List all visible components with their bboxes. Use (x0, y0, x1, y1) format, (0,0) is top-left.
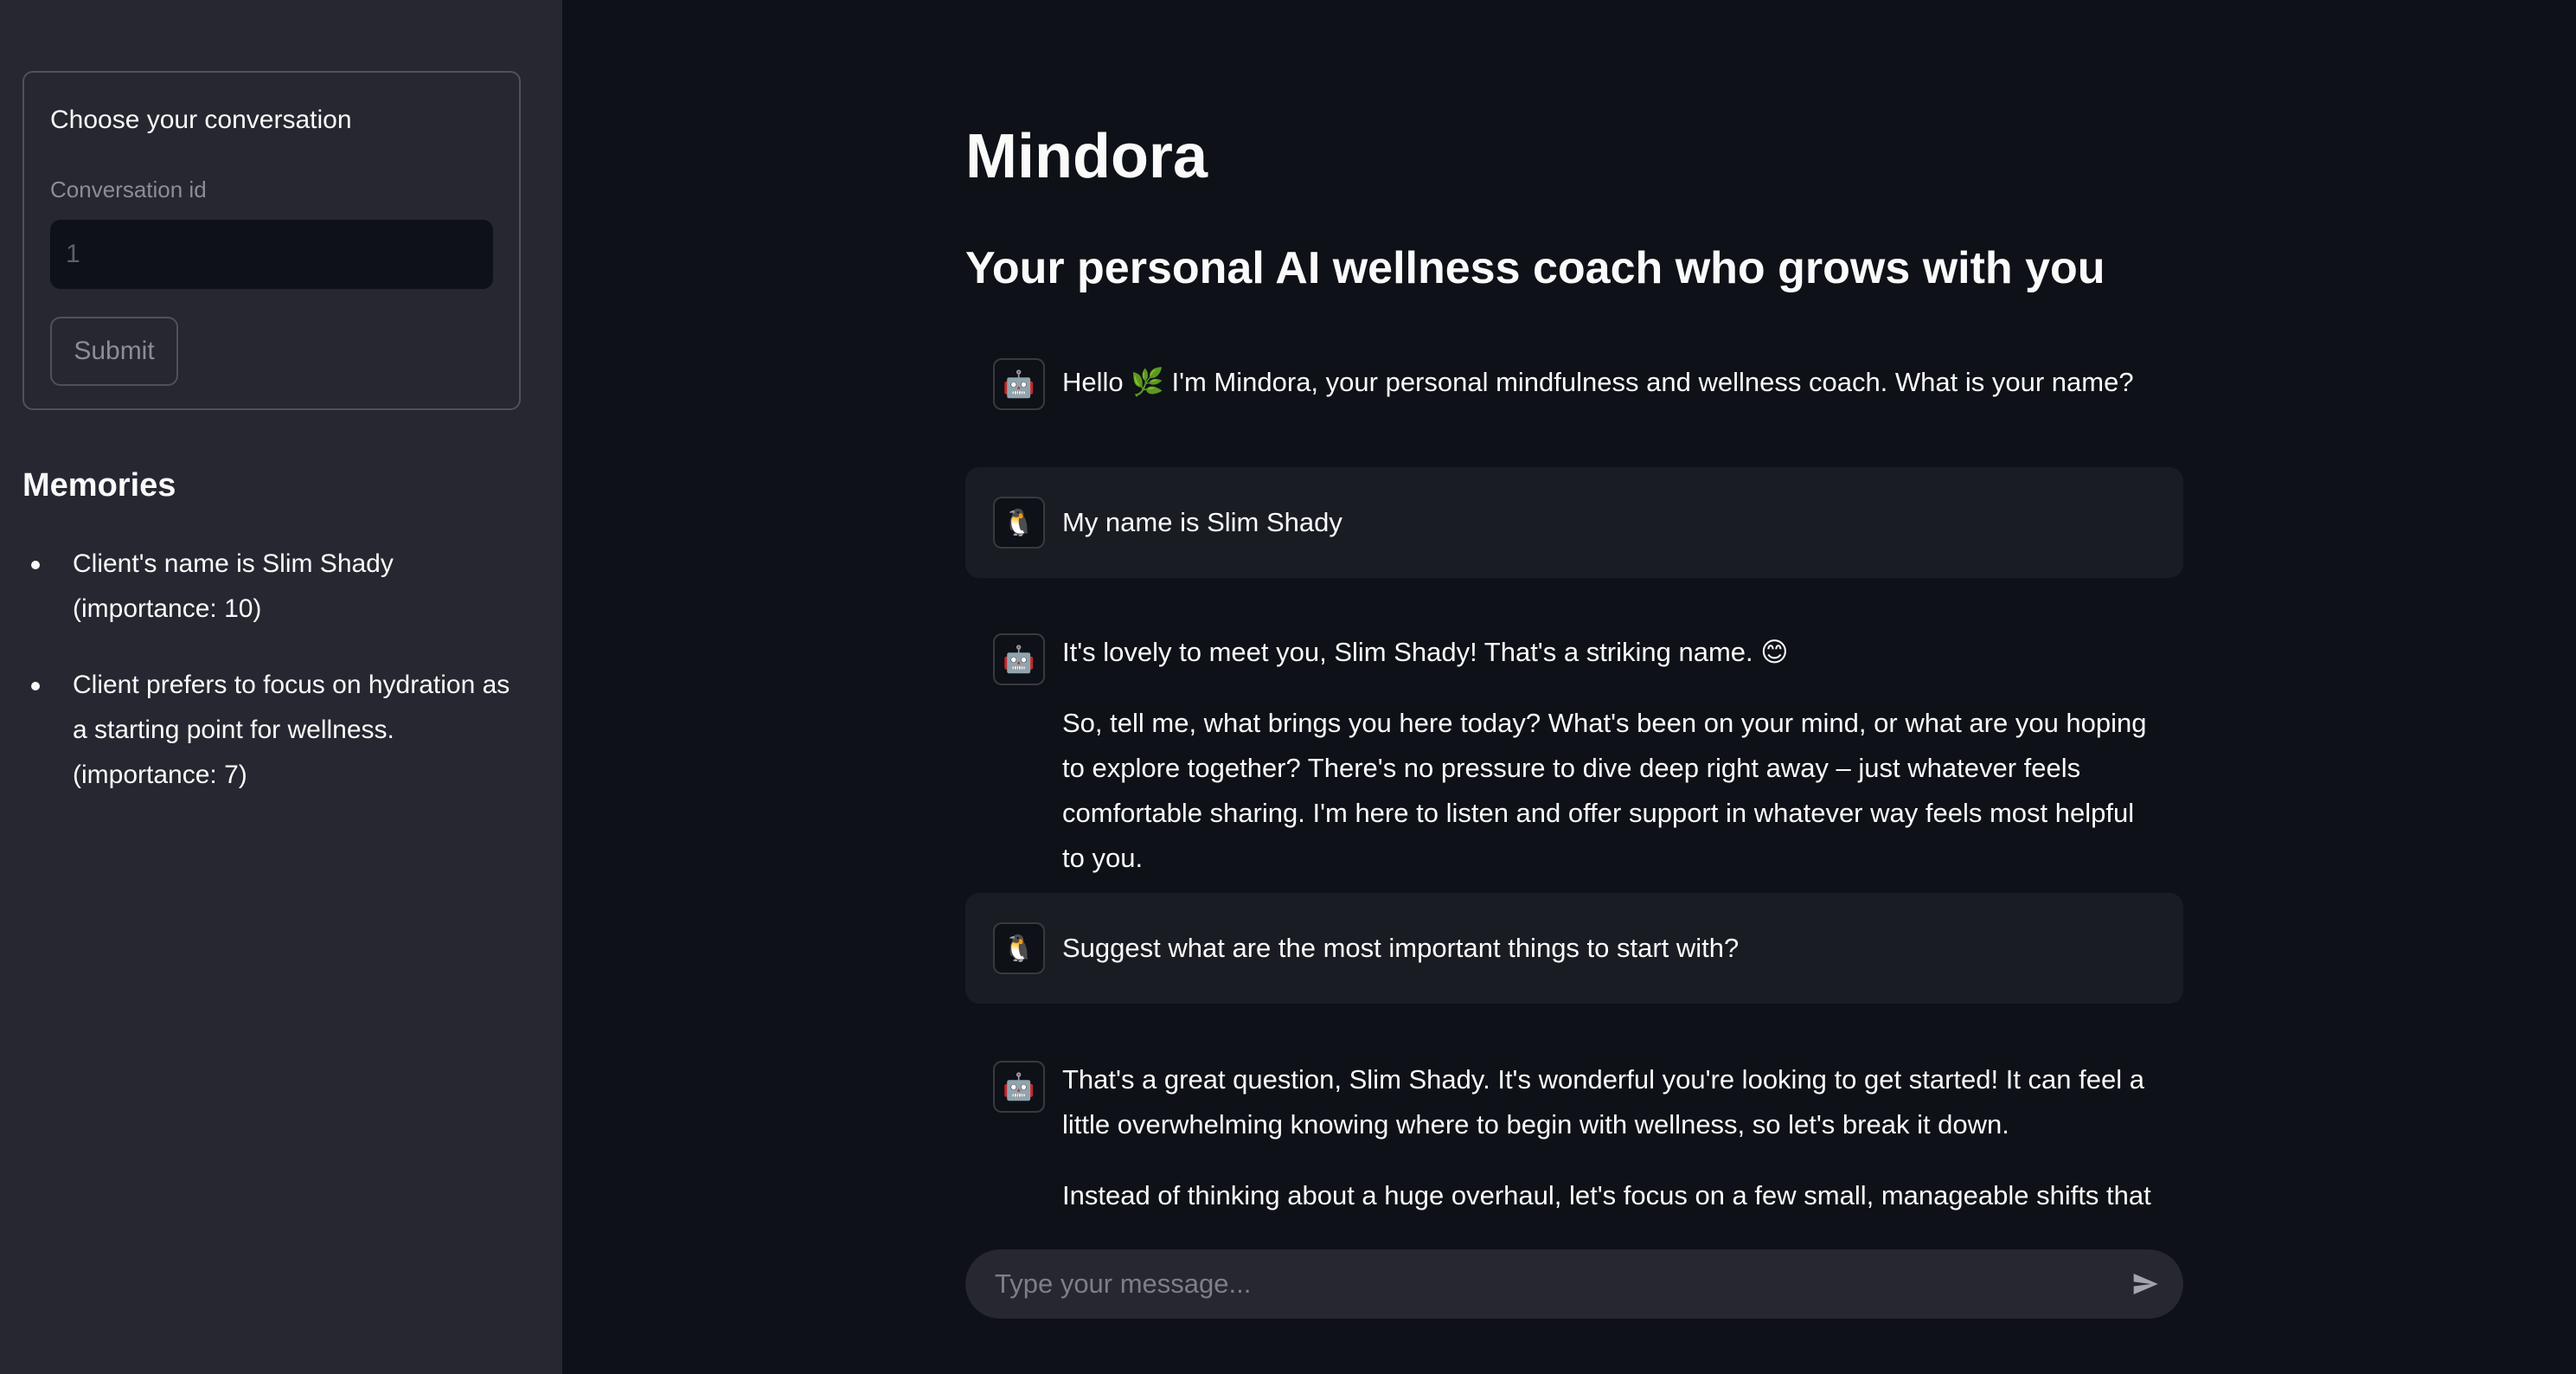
chat-input-container (965, 1249, 2183, 1319)
assistant-message: 🤖 It's lovely to meet you, Slim Shady! T… (965, 604, 2183, 873)
conversation-form: Choose your conversation Conversation id… (22, 71, 521, 410)
message-text: That's a great question, Slim Shady. It'… (1062, 1057, 2161, 1211)
assistant-message: 🤖 That's a great question, Slim Shady. I… (965, 1031, 2183, 1211)
message-text: Hello 🌿 I'm Mindora, your personal mindf… (1062, 360, 2161, 405)
conversation-id-input[interactable] (50, 220, 493, 289)
sidebar: Choose your conversation Conversation id… (0, 0, 562, 1374)
app-title: Mindora (965, 122, 1208, 191)
send-button[interactable] (2126, 1265, 2164, 1303)
message-paragraph: That's a great question, Slim Shady. It'… (1062, 1064, 2144, 1140)
message-paragraph: Hello 🌿 I'm Mindora, your personal mindf… (1062, 367, 2134, 397)
assistant-message: 🤖 Hello 🌿 I'm Mindora, your personal min… (965, 331, 2183, 438)
robot-icon: 🤖 (993, 358, 1045, 410)
robot-icon: 🤖 (993, 633, 1045, 685)
submit-button[interactable]: Submit (50, 317, 178, 386)
form-title: Choose your conversation (50, 106, 352, 134)
app-subtitle: Your personal AI wellness coach who grow… (965, 243, 2105, 293)
message-paragraph: It's lovely to meet you, Slim Shady! Tha… (1062, 637, 1789, 667)
message-paragraph: So, tell me, what brings you here today?… (1062, 708, 2147, 873)
message-text: My name is Slim Shady (1062, 500, 2161, 545)
user-message: 🐧 Suggest what are the most important th… (965, 893, 2183, 1004)
main-content: Mindora Your personal AI wellness coach … (562, 0, 2576, 1374)
message-paragraph: Suggest what are the most important thin… (1062, 933, 1740, 963)
chat-message-input[interactable] (965, 1249, 2090, 1319)
message-paragraph: Instead of thinking about a huge overhau… (1062, 1180, 2151, 1210)
conversation-id-label: Conversation id (50, 177, 207, 202)
message-paragraph: My name is Slim Shady (1062, 507, 1342, 537)
message-text: It's lovely to meet you, Slim Shady! Tha… (1062, 630, 2161, 881)
memories-list: Client's name is Slim Shady (importance:… (22, 542, 524, 829)
penguin-icon: 🐧 (993, 497, 1045, 549)
memory-item: Client's name is Slim Shady (importance:… (22, 542, 524, 632)
send-icon (2133, 1274, 2158, 1294)
memories-title: Memories (22, 467, 176, 504)
message-text: Suggest what are the most important thin… (1062, 926, 2161, 971)
memory-item: Client prefers to focus on hydration as … (22, 663, 524, 798)
penguin-icon: 🐧 (993, 922, 1045, 974)
robot-icon: 🤖 (993, 1061, 1045, 1113)
user-message: 🐧 My name is Slim Shady (965, 467, 2183, 578)
